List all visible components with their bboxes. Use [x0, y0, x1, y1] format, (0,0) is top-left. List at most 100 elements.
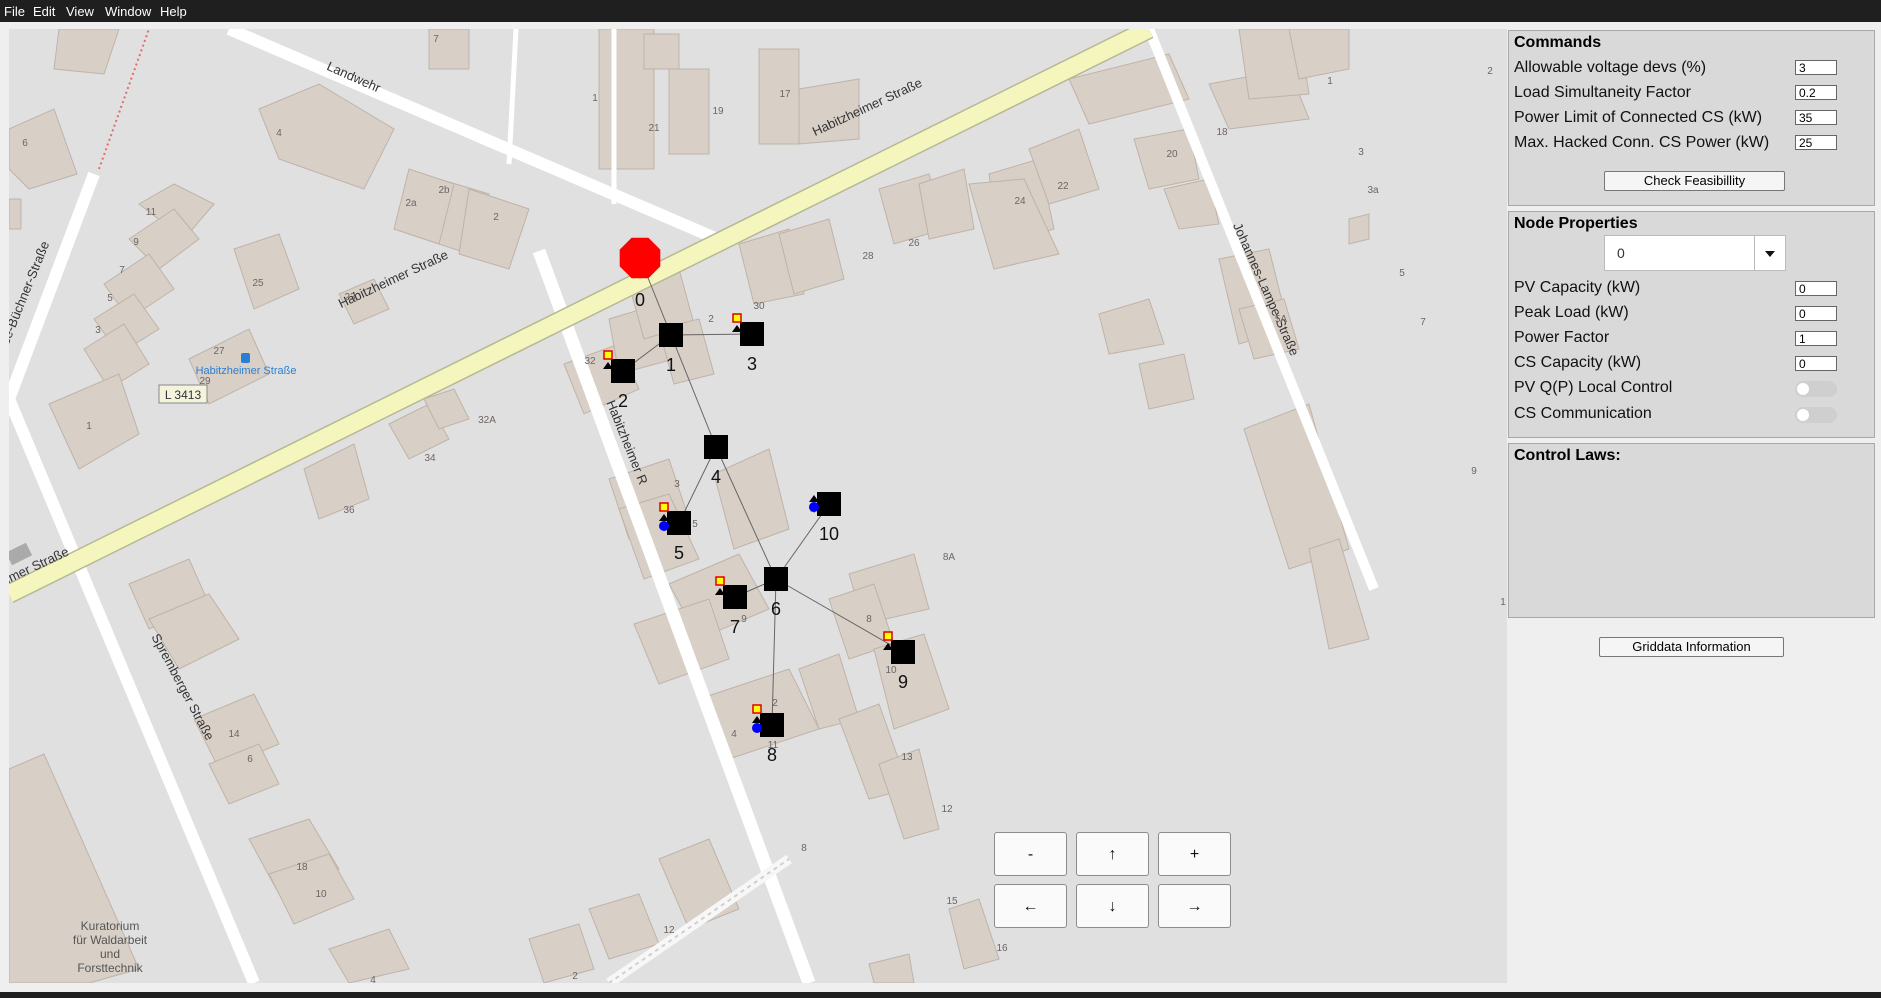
peak-load-input[interactable]	[1795, 306, 1837, 321]
map-view[interactable]: Landwehr Habitzheimer Straße Habitzheime…	[9, 29, 1507, 983]
voltage-devs-input[interactable]	[1795, 60, 1837, 75]
pv-qp-toggle[interactable]	[1795, 381, 1837, 397]
menu-bar: File Edit View Window Help	[0, 0, 1881, 22]
house-number: 8	[801, 843, 807, 854]
cs-capacity-label: CS Capacity (kW)	[1514, 354, 1642, 371]
house-number: 14	[228, 729, 240, 740]
bus-node-square	[659, 323, 683, 347]
pv-capacity-input[interactable]	[1795, 281, 1837, 296]
grid-node-10[interactable]: 10	[809, 492, 841, 544]
node-properties-title: Node Properties	[1514, 215, 1638, 232]
node-label: 10	[819, 524, 839, 544]
menu-window[interactable]: Window	[105, 4, 151, 19]
bus-node-square	[891, 640, 915, 664]
house-number: 20	[1166, 149, 1178, 160]
commands-title: Commands	[1514, 34, 1602, 51]
pv-marker-icon	[883, 631, 893, 641]
node-label: 0	[635, 290, 645, 310]
house-number: 32A	[478, 415, 496, 426]
peak-load-label: Peak Load (kW)	[1514, 304, 1629, 321]
menu-edit[interactable]: Edit	[33, 4, 55, 19]
house-number: 5	[1399, 268, 1405, 279]
pv-marker-icon	[603, 350, 613, 360]
bus-stop-icon	[241, 353, 250, 363]
power-factor-input[interactable]	[1795, 331, 1837, 346]
bus-node-square	[611, 359, 635, 383]
house-number: 4	[731, 729, 737, 740]
control-laws-title: Control Laws:	[1514, 447, 1621, 464]
svg-text:Habitzheimer Straße: Habitzheimer Straße	[196, 365, 297, 377]
pan-down-button[interactable]: ↓	[1076, 884, 1149, 928]
hacked-power-input[interactable]	[1795, 135, 1837, 150]
node-label: 4	[711, 467, 721, 487]
svg-text:und: und	[100, 947, 120, 961]
house-number: 2a	[405, 198, 417, 209]
house-number: 8A	[943, 552, 956, 563]
house-number: 28	[862, 251, 874, 262]
menu-file[interactable]: File	[4, 4, 25, 19]
hacked-power-label: Max. Hacked Conn. CS Power (kW)	[1514, 134, 1770, 151]
pan-up-button[interactable]: ↑	[1076, 832, 1149, 876]
chevron-down-icon[interactable]	[1754, 236, 1785, 270]
house-number: 1	[592, 93, 598, 104]
house-number: 12	[663, 925, 675, 936]
griddata-information-button[interactable]: Griddata Information	[1599, 637, 1784, 657]
house-number: 9	[741, 614, 747, 625]
house-number: 13	[901, 752, 913, 763]
house-number: 3	[674, 479, 680, 490]
bus-node-square	[667, 511, 691, 535]
bus-node-square	[740, 322, 764, 346]
house-number: 15	[946, 896, 958, 907]
house-number: 5A	[1275, 314, 1288, 325]
node-select[interactable]: 0	[1604, 235, 1786, 271]
node-label: 5	[674, 543, 684, 563]
house-number: 34	[424, 453, 436, 464]
house-number: 22	[1057, 181, 1069, 192]
zoom-out-button[interactable]: -	[994, 832, 1067, 876]
bus-node-square	[817, 492, 841, 516]
house-number: 21	[648, 123, 660, 134]
menu-help[interactable]: Help	[160, 4, 187, 19]
house-number: 30	[753, 301, 765, 312]
road-badge: L 3413	[158, 384, 208, 404]
node-label: 3	[747, 354, 757, 374]
pv-marker-icon	[659, 502, 669, 512]
svg-text:Kuratorium: Kuratorium	[81, 919, 140, 933]
slack-node-octagon	[619, 237, 661, 279]
voltage-devs-label: Allowable voltage devs (%)	[1514, 59, 1707, 76]
house-number: 27	[213, 346, 225, 357]
cs-communication-toggle[interactable]	[1795, 407, 1837, 423]
house-number: 6	[247, 754, 253, 765]
node-select-value: 0	[1617, 245, 1625, 261]
house-number: 24	[1014, 196, 1026, 207]
pan-right-button[interactable]: →	[1158, 884, 1231, 928]
house-number: 2	[493, 212, 499, 223]
house-number: 9	[133, 237, 139, 248]
house-number: 6	[22, 138, 28, 149]
menu-view[interactable]: View	[66, 4, 94, 19]
cs-capacity-input[interactable]	[1795, 356, 1837, 371]
house-number: 2b	[438, 185, 450, 196]
house-number: 7	[433, 34, 439, 45]
grid-node-3[interactable]: 3	[732, 313, 764, 374]
house-number: 9	[1471, 466, 1477, 477]
house-number: 19	[712, 106, 724, 117]
node-label: 2	[618, 391, 628, 411]
power-limit-input[interactable]	[1795, 110, 1837, 125]
house-number: 26	[908, 238, 920, 249]
pan-left-button[interactable]: ←	[994, 884, 1067, 928]
house-number: 5	[692, 519, 698, 530]
commands-panel: Commands Allowable voltage devs (%) Load…	[1508, 30, 1875, 206]
zoom-in-button[interactable]: +	[1158, 832, 1231, 876]
check-feasibility-button[interactable]: Check Feasibillity	[1604, 171, 1785, 191]
house-number: 1	[1327, 76, 1333, 87]
house-number: 18	[1216, 127, 1228, 138]
node-label: 6	[771, 599, 781, 619]
map-canvas[interactable]: Landwehr Habitzheimer Straße Habitzheime…	[9, 29, 1507, 983]
simultaneity-input[interactable]	[1795, 85, 1837, 100]
svg-text:L 3413: L 3413	[165, 388, 202, 402]
node-properties-panel: Node Properties 0 PV Capacity (kW) Peak …	[1508, 211, 1875, 438]
charging-station-icon	[809, 502, 819, 512]
house-number: 18	[296, 862, 308, 873]
charging-station-icon	[752, 723, 762, 733]
